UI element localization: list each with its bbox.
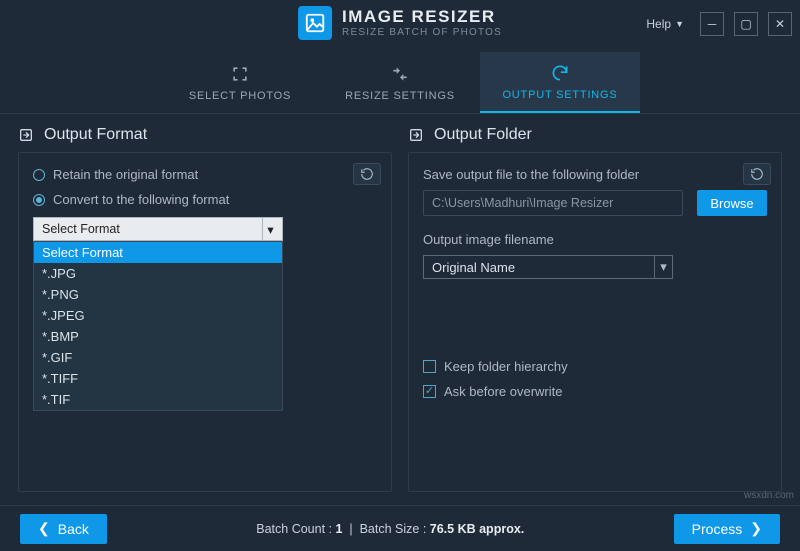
undo-icon bbox=[750, 167, 764, 181]
batch-count-label: Batch Count : bbox=[256, 522, 332, 536]
watermark: wsxdn.com bbox=[744, 490, 794, 501]
format-option[interactable]: Select Format bbox=[34, 242, 282, 263]
close-button[interactable]: ✕ bbox=[768, 12, 792, 36]
radio-icon bbox=[33, 169, 45, 181]
filename-select[interactable]: Original Name ▾ bbox=[423, 255, 673, 279]
button-label: Process bbox=[692, 521, 743, 537]
format-option[interactable]: *.TIFF bbox=[34, 368, 282, 389]
filename-label: Output image filename bbox=[423, 232, 767, 247]
tab-label: OUTPUT SETTINGS bbox=[502, 89, 617, 101]
output-format-panel: Output Format Retain the original format… bbox=[18, 126, 392, 492]
chevron-right-icon: ❯ bbox=[750, 520, 762, 537]
format-option[interactable]: *.PNG bbox=[34, 284, 282, 305]
save-folder-label: Save output file to the following folder bbox=[423, 167, 767, 182]
reset-format-button[interactable] bbox=[353, 163, 381, 185]
footer-bar: ❮ Back Batch Count : 1 | Batch Size : 76… bbox=[0, 505, 800, 551]
tab-label: RESIZE SETTINGS bbox=[345, 90, 455, 102]
back-button[interactable]: ❮ Back bbox=[20, 514, 107, 544]
ask-overwrite-checkbox[interactable]: Ask before overwrite bbox=[423, 384, 767, 399]
tab-label: SELECT PHOTOS bbox=[189, 90, 291, 102]
checkbox-label: Keep folder hierarchy bbox=[444, 359, 568, 374]
main-area: Output Format Retain the original format… bbox=[0, 114, 800, 492]
refresh-icon bbox=[550, 63, 570, 83]
process-button[interactable]: Process ❯ bbox=[674, 514, 780, 544]
maximize-button[interactable]: ▢ bbox=[734, 12, 758, 36]
checkbox-icon bbox=[423, 385, 436, 398]
tab-output-settings[interactable]: OUTPUT SETTINGS bbox=[480, 52, 640, 113]
app-subtitle: RESIZE BATCH OF PHOTOS bbox=[342, 27, 502, 38]
chevron-down-icon: ▼ bbox=[675, 19, 684, 29]
batch-size-value: 76.5 KB approx. bbox=[430, 522, 524, 536]
tab-select-photos[interactable]: SELECT PHOTOS bbox=[160, 52, 320, 113]
format-option[interactable]: *.JPEG bbox=[34, 305, 282, 326]
chevron-left-icon: ❮ bbox=[38, 520, 50, 537]
tab-bar: SELECT PHOTOS RESIZE SETTINGS OUTPUT SET… bbox=[0, 52, 800, 114]
undo-icon bbox=[360, 167, 374, 181]
expand-icon bbox=[230, 64, 250, 84]
format-option[interactable]: *.GIF bbox=[34, 347, 282, 368]
help-menu[interactable]: Help ▼ bbox=[640, 13, 690, 35]
format-dropdown: Select Format *.JPG *.PNG *.JPEG *.BMP *… bbox=[33, 241, 283, 411]
title-bar: IMAGE RESIZER RESIZE BATCH OF PHOTOS Hel… bbox=[0, 0, 800, 48]
radio-retain-format[interactable]: Retain the original format bbox=[33, 167, 377, 182]
keep-hierarchy-checkbox[interactable]: Keep folder hierarchy bbox=[423, 359, 767, 374]
format-option[interactable]: *.BMP bbox=[34, 326, 282, 347]
export-icon bbox=[18, 127, 34, 143]
select-value: Original Name bbox=[432, 260, 515, 275]
chevron-down-icon: ▾ bbox=[262, 218, 278, 240]
panel-title: Output Folder bbox=[434, 126, 532, 144]
app-logo-icon bbox=[298, 6, 332, 40]
button-label: Back bbox=[58, 521, 89, 537]
chevron-down-icon: ▾ bbox=[654, 256, 672, 278]
reset-folder-button[interactable] bbox=[743, 163, 771, 185]
checkbox-label: Ask before overwrite bbox=[444, 384, 563, 399]
select-value: Select Format bbox=[42, 222, 120, 236]
radio-icon bbox=[33, 194, 45, 206]
tab-resize-settings[interactable]: RESIZE SETTINGS bbox=[320, 52, 480, 113]
resize-icon bbox=[390, 64, 410, 84]
minimize-button[interactable]: ─ bbox=[700, 12, 724, 36]
radio-label: Convert to the following format bbox=[53, 192, 229, 207]
help-label: Help bbox=[646, 17, 671, 31]
panel-title: Output Format bbox=[44, 126, 147, 144]
folder-export-icon bbox=[408, 127, 424, 143]
app-title: IMAGE RESIZER bbox=[342, 8, 502, 27]
browse-button[interactable]: Browse bbox=[697, 190, 767, 216]
batch-count-value: 1 bbox=[336, 522, 343, 536]
checkbox-icon bbox=[423, 360, 436, 373]
batch-info: Batch Count : 1 | Batch Size : 76.5 KB a… bbox=[256, 522, 524, 536]
format-option[interactable]: *.TIF bbox=[34, 389, 282, 410]
radio-label: Retain the original format bbox=[53, 167, 198, 182]
format-option[interactable]: *.JPG bbox=[34, 263, 282, 284]
output-folder-panel: Output Folder Save output file to the fo… bbox=[408, 126, 782, 492]
output-path-input[interactable] bbox=[423, 190, 683, 216]
format-select[interactable]: Select Format ▾ Select Format *.JPG *.PN… bbox=[33, 217, 283, 241]
radio-convert-format[interactable]: Convert to the following format bbox=[33, 192, 377, 207]
app-brand: IMAGE RESIZER RESIZE BATCH OF PHOTOS bbox=[298, 6, 502, 40]
batch-size-label: Batch Size : bbox=[360, 522, 427, 536]
